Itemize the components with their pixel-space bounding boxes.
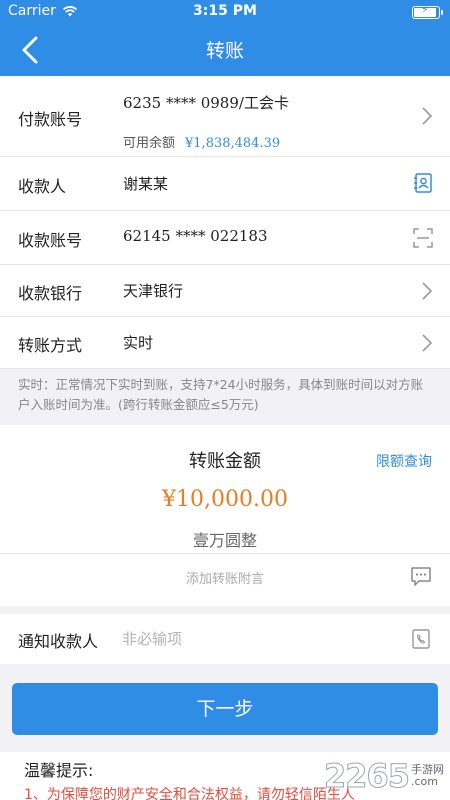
phone-book-icon[interactable]	[410, 628, 432, 650]
watermark-number: 2265	[323, 757, 410, 796]
payee-account-label: 收款账号	[18, 231, 83, 250]
available-amount: ¥1,838,484.39	[185, 136, 281, 151]
battery-icon: ⚡	[412, 3, 443, 19]
watermark-domain: .com	[411, 775, 438, 788]
available-label: 可用余额	[123, 136, 176, 151]
transfer-method-row[interactable]: 转账方式 实时	[0, 317, 450, 369]
memo-input[interactable]: 添加转账附言	[0, 568, 450, 587]
transfer-notice: 实时：正常情况下实时到账，支持7*24小时服务，具体到账时间以对方账户入账时间为…	[0, 369, 450, 425]
notify-payee-label: 通知收款人	[18, 632, 99, 651]
scan-icon[interactable]	[412, 227, 434, 249]
bank-row[interactable]: 收款银行 天津银行	[0, 265, 450, 317]
notify-payee-row: 通知收款人	[0, 614, 450, 664]
watermark-logo: 2265 手游网 .com	[323, 752, 444, 800]
transfer-method-value: 实时	[123, 334, 154, 352]
page-title: 转账	[205, 40, 244, 62]
chevron-right-icon	[422, 334, 433, 352]
payee-account-value: 62145 **** 022183	[123, 227, 268, 245]
payer-account-value: 6235 **** 0989/工会卡	[123, 94, 289, 112]
payee-account-row[interactable]: 收款账号 62145 **** 022183	[0, 211, 450, 265]
contacts-icon[interactable]	[412, 172, 434, 194]
transfer-method-label: 转账方式	[18, 336, 83, 355]
limit-query-link[interactable]: 限额查询	[376, 451, 432, 471]
amount-value[interactable]: ¥10,000.00	[0, 487, 450, 512]
amount-in-words: 壹万圆整	[192, 531, 257, 550]
message-icon[interactable]	[410, 565, 432, 587]
available-balance: 可用余额 ¥1,838,484.39	[123, 132, 280, 151]
chevron-right-icon	[422, 282, 433, 300]
payer-account-label: 付款账号	[18, 110, 83, 129]
bank-label: 收款银行	[18, 284, 83, 303]
amount-card: 转账金额 限额查询 ¥10,000.00 壹万圆整 添加转账附言	[0, 425, 450, 606]
bank-value: 天津银行	[123, 282, 184, 300]
charging-icon: ⚡	[421, 3, 429, 16]
nav-bar: 转账	[0, 24, 450, 76]
notify-payee-input[interactable]	[122, 626, 382, 652]
payer-account-row[interactable]: 付款账号 6235 **** 0989/工会卡 可用余额 ¥1,838,484.3…	[0, 76, 450, 157]
status-bar: Carrier 3:15 PM ⚡	[0, 0, 450, 24]
payee-name: 谢某某	[123, 175, 169, 193]
next-step-button[interactable]: 下一步	[12, 683, 438, 735]
status-time: 3:15 PM	[193, 3, 257, 19]
tips-title: 温馨提示:	[24, 761, 94, 780]
tips-line-1: 1、为保障您的财产安全和合法权益，请勿轻信陌生人	[24, 787, 355, 800]
chevron-right-icon	[422, 107, 433, 125]
payee-label: 收款人	[18, 177, 67, 196]
payee-row[interactable]: 收款人 谢某某	[0, 157, 450, 211]
watermark-text-block: 手游网 .com	[411, 764, 444, 788]
divider	[0, 553, 450, 554]
